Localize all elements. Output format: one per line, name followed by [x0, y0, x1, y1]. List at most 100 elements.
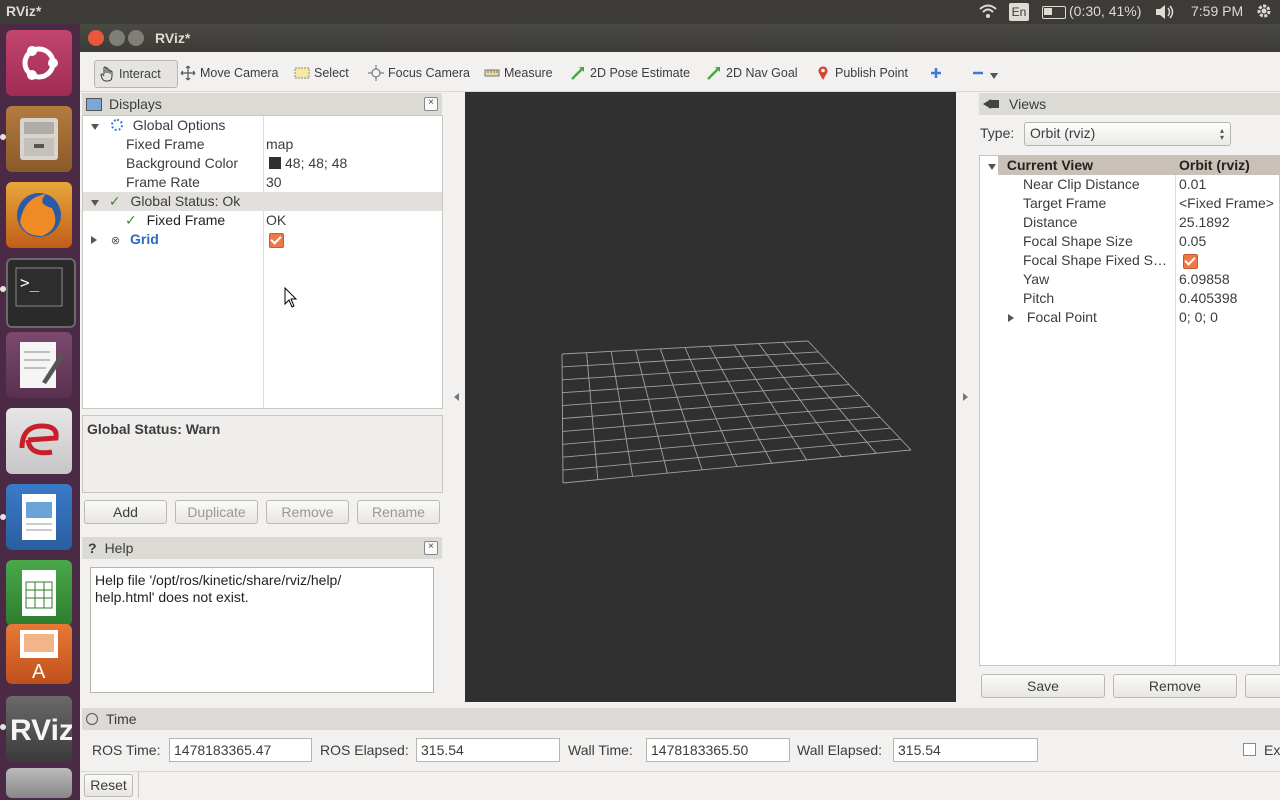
- hand-icon: [99, 66, 115, 82]
- pose-estimate-tool-button[interactable]: 2D Pose Estimate: [570, 60, 690, 86]
- select-icon: [294, 65, 310, 81]
- remove-display-button[interactable]: Remove: [266, 500, 349, 524]
- svg-text:A: A: [32, 661, 46, 683]
- writer-icon[interactable]: [6, 484, 72, 550]
- maximize-window-icon[interactable]: [128, 30, 144, 46]
- ros-time-field[interactable]: 1478183365.47: [169, 738, 312, 762]
- files-icon[interactable]: [6, 106, 72, 172]
- view-prop-label: Focal Shape Fixed S…: [1023, 252, 1167, 268]
- view-prop-value[interactable]: 25.1892: [1179, 213, 1230, 232]
- frame-rate-value[interactable]: 30: [266, 173, 282, 192]
- remove-view-button[interactable]: Remove: [1113, 674, 1237, 698]
- ros-elapsed-field[interactable]: 315.54: [416, 738, 560, 762]
- rviz-icon[interactable]: RViz: [6, 696, 74, 762]
- view-prop-value[interactable]: 0; 0; 0: [1179, 308, 1218, 327]
- view-prop-label: Focal Point: [1026, 309, 1097, 325]
- view-prop-value[interactable]: 0.01: [1179, 175, 1206, 194]
- render-viewport[interactable]: [465, 92, 956, 702]
- impress-icon[interactable]: A: [6, 624, 72, 684]
- expand-icon[interactable]: [988, 164, 996, 170]
- collapse-left-icon[interactable]: [454, 393, 459, 401]
- status-description-box: Global Status: Warn: [82, 415, 443, 493]
- focal-shape-fixed-checkbox[interactable]: [1183, 251, 1198, 270]
- remove-tool-menu-button[interactable]: [970, 60, 998, 86]
- help-panel-header: ? Help ×: [82, 537, 442, 559]
- collapse-icon[interactable]: [91, 236, 97, 244]
- ros-time-label: ROS Time:: [92, 742, 161, 758]
- publish-point-tool-label: Publish Point: [835, 66, 908, 80]
- reset-time-button[interactable]: Reset: [84, 774, 133, 797]
- measure-tool-button[interactable]: Measure: [484, 60, 553, 86]
- text-editor-icon[interactable]: [6, 332, 72, 398]
- battery-status[interactable]: (0:30, 41%): [1069, 3, 1141, 19]
- trash-icon[interactable]: [6, 768, 72, 798]
- grid-enabled-checkbox[interactable]: [269, 230, 284, 249]
- focus-icon: [368, 65, 384, 81]
- status-fixed-frame-row[interactable]: ✓ Fixed Frame: [125, 211, 225, 230]
- wall-time-label: Wall Time:: [568, 742, 633, 758]
- select-tool-button[interactable]: Select: [294, 60, 349, 86]
- current-view-row[interactable]: Current View: [988, 156, 1093, 175]
- minimize-window-icon[interactable]: [109, 30, 125, 46]
- launcher: >_ A RViz: [0, 24, 80, 800]
- move-camera-tool-button[interactable]: Move Camera: [180, 60, 279, 86]
- view-prop-value[interactable]: <Fixed Frame>: [1179, 194, 1274, 213]
- background-color-text: 48; 48; 48: [285, 155, 348, 171]
- battery-icon[interactable]: [1042, 6, 1066, 19]
- wall-time-field[interactable]: 1478183365.50: [646, 738, 790, 762]
- view-type-value: Orbit (rviz): [1030, 125, 1096, 141]
- displays-tree: Global Options Fixed Frame map Backgroun…: [82, 115, 443, 409]
- expand-icon[interactable]: [91, 124, 99, 130]
- keyboard-layout-indicator[interactable]: En: [1009, 3, 1029, 21]
- view-prop-value[interactable]: 6.09858: [1179, 270, 1230, 289]
- terminal-icon[interactable]: >_: [6, 258, 76, 328]
- map-pin-icon: [815, 65, 831, 81]
- save-view-button[interactable]: Save: [981, 674, 1105, 698]
- global-options-row[interactable]: Global Options: [91, 116, 225, 135]
- focal-point-row[interactable]: Focal Point: [1008, 308, 1097, 327]
- view-prop-value[interactable]: 0.05: [1179, 232, 1206, 251]
- status-description: Global Status: Warn: [87, 421, 221, 437]
- expand-icon[interactable]: [91, 200, 99, 206]
- close-window-icon[interactable]: [88, 30, 104, 46]
- interact-tool-label: Interact: [119, 67, 161, 81]
- grid-display-row[interactable]: ⊗ Grid: [91, 230, 159, 249]
- background-color-value[interactable]: 48; 48; 48: [269, 154, 347, 173]
- pose-estimate-tool-label: 2D Pose Estimate: [590, 66, 691, 80]
- collapse-icon[interactable]: [1008, 314, 1014, 322]
- calc-icon[interactable]: [6, 560, 72, 626]
- add-tool-button[interactable]: [928, 60, 948, 86]
- rename-view-button[interactable]: [1245, 674, 1280, 698]
- view-type-label: Type:: [980, 125, 1015, 141]
- gear-icon[interactable]: [1255, 2, 1273, 23]
- firefox-icon[interactable]: [6, 182, 72, 248]
- clock-icon: [86, 713, 98, 725]
- nav-goal-tool-button[interactable]: 2D Nav Goal: [706, 60, 798, 86]
- rename-display-button[interactable]: Rename: [357, 500, 440, 524]
- close-icon[interactable]: ×: [424, 97, 438, 111]
- help-text-area[interactable]: Help file '/opt/ros/kinetic/share/rviz/h…: [90, 567, 434, 693]
- focus-camera-tool-button[interactable]: Focus Camera: [368, 60, 470, 86]
- volume-icon[interactable]: [1154, 3, 1176, 24]
- duplicate-display-button[interactable]: Duplicate: [175, 500, 258, 524]
- publish-point-tool-button[interactable]: Publish Point: [815, 60, 908, 86]
- experimental-checkbox[interactable]: [1243, 743, 1256, 756]
- add-display-button[interactable]: Add: [84, 500, 167, 524]
- close-icon[interactable]: ×: [424, 541, 438, 555]
- view-prop-value[interactable]: 0.405398: [1179, 289, 1237, 308]
- ebook-reader-icon[interactable]: [6, 408, 72, 474]
- views-panel-title: Views: [1009, 96, 1047, 112]
- ubuntu-dash-icon[interactable]: [6, 30, 72, 96]
- fixed-frame-label: Fixed Frame: [126, 136, 205, 152]
- wall-elapsed-field[interactable]: 315.54: [893, 738, 1038, 762]
- fixed-frame-value[interactable]: map: [266, 135, 293, 154]
- clock[interactable]: 7:59 PM: [1191, 3, 1243, 19]
- global-status-row[interactable]: ✓ Global Status: Ok: [91, 192, 240, 211]
- help-text-line1: Help file '/opt/ros/kinetic/share/rviz/h…: [95, 572, 342, 588]
- color-swatch: [269, 157, 281, 169]
- green-arrow-icon: [706, 65, 722, 81]
- wifi-icon[interactable]: [978, 2, 998, 23]
- view-type-select[interactable]: Orbit (rviz) ▴ ▾: [1024, 122, 1231, 146]
- interact-tool-button[interactable]: Interact: [94, 60, 178, 88]
- collapse-right-icon[interactable]: [963, 393, 968, 401]
